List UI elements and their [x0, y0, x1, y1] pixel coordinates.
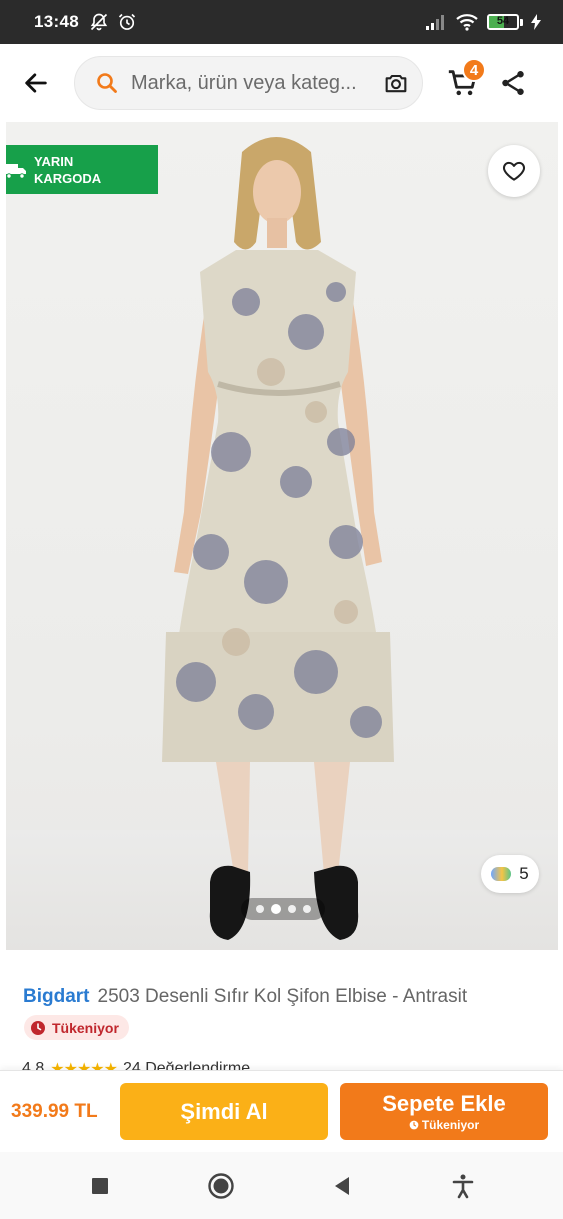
product-brand[interactable]: Bigdart	[23, 986, 90, 1007]
camera-icon[interactable]	[382, 69, 410, 97]
share-icon	[502, 71, 524, 95]
cart-button[interactable]: 4	[446, 58, 486, 102]
notifications-off-icon	[90, 13, 108, 31]
app-bar: 4	[0, 44, 563, 122]
signal-icon	[426, 15, 444, 30]
shipping-badge-text: YARIN KARGODA	[34, 153, 102, 186]
back-nav-button[interactable]	[318, 1162, 366, 1210]
accessibility-icon	[452, 1174, 473, 1198]
search-input[interactable]	[131, 71, 382, 95]
product-price: 339.99 TL	[11, 1101, 98, 1122]
battery-indicator: 54	[487, 14, 523, 30]
heart-icon	[502, 161, 526, 181]
clock-icon	[31, 1020, 45, 1035]
status-time: 13:48	[34, 12, 79, 31]
status-bar: 13:48 54	[0, 0, 563, 44]
pager-dot[interactable]	[255, 905, 264, 913]
purchase-action-bar: 339.99 TL Şimdi Al Sepete Ekle Tükeniyor	[0, 1070, 563, 1152]
home-icon	[208, 1172, 234, 1199]
color-count: 5	[519, 864, 529, 883]
pager-dot[interactable]	[302, 905, 311, 913]
pager-dot[interactable]	[270, 904, 281, 914]
clock-icon	[409, 1120, 419, 1129]
fast-shipping-badge: YARIN KARGODA	[6, 145, 158, 194]
add-to-cart-sub-label: Tükeniyor	[421, 1117, 480, 1132]
search-bar[interactable]	[74, 56, 423, 110]
home-button[interactable]	[197, 1162, 245, 1210]
battery-level: 54	[496, 15, 510, 27]
pager-dot[interactable]	[287, 905, 296, 913]
stock-status-badge: Tükeniyor	[24, 1015, 129, 1040]
buy-now-button[interactable]: Şimdi Al	[120, 1083, 328, 1140]
screen: 13:48 54 Marka, ürün veya kateg... 4 YAR…	[0, 0, 563, 1219]
back-nav-icon	[334, 1176, 349, 1195]
recents-icon	[92, 1177, 109, 1194]
search-icon	[97, 73, 117, 93]
back-button[interactable]	[6, 53, 66, 113]
add-to-cart-label: Sepete Ekle	[382, 1090, 506, 1116]
accessibility-button[interactable]	[439, 1162, 487, 1210]
status-left-icons	[89, 12, 137, 32]
favorite-button[interactable]	[488, 145, 540, 197]
product-image-gallery[interactable]: YARIN KARGODA 5	[6, 122, 558, 950]
add-to-cart-sub: Tükeniyor	[409, 1118, 479, 1132]
charging-icon	[531, 14, 541, 30]
product-title: Bigdart 2503 Desenli Sıfır Kol Şifon Elbi…	[23, 986, 553, 1008]
add-to-cart-button[interactable]: Sepete Ekle Tükeniyor	[340, 1083, 548, 1140]
system-nav-bar	[0, 1152, 563, 1219]
alarm-icon	[118, 13, 136, 30]
status-right-icons: 54	[425, 13, 541, 31]
color-options-button[interactable]: 5	[481, 855, 539, 893]
cart-count-badge: 4	[462, 58, 486, 82]
product-photo	[162, 137, 394, 940]
color-swatch-icon	[491, 867, 512, 881]
share-button[interactable]	[498, 68, 530, 100]
back-arrow-icon	[25, 73, 47, 93]
image-pager-dots[interactable]	[241, 898, 325, 920]
recents-button[interactable]	[76, 1162, 124, 1210]
wifi-icon	[456, 14, 478, 31]
product-info: Bigdart 2503 Desenli Sıfır Kol Şifon Elbi…	[0, 950, 563, 1078]
product-name: 2503 Desenli Sıfır Kol Şifon Elbise - An…	[97, 986, 468, 1007]
stock-status-label: Tükeniyor	[52, 1019, 119, 1036]
truck-icon	[6, 163, 26, 179]
